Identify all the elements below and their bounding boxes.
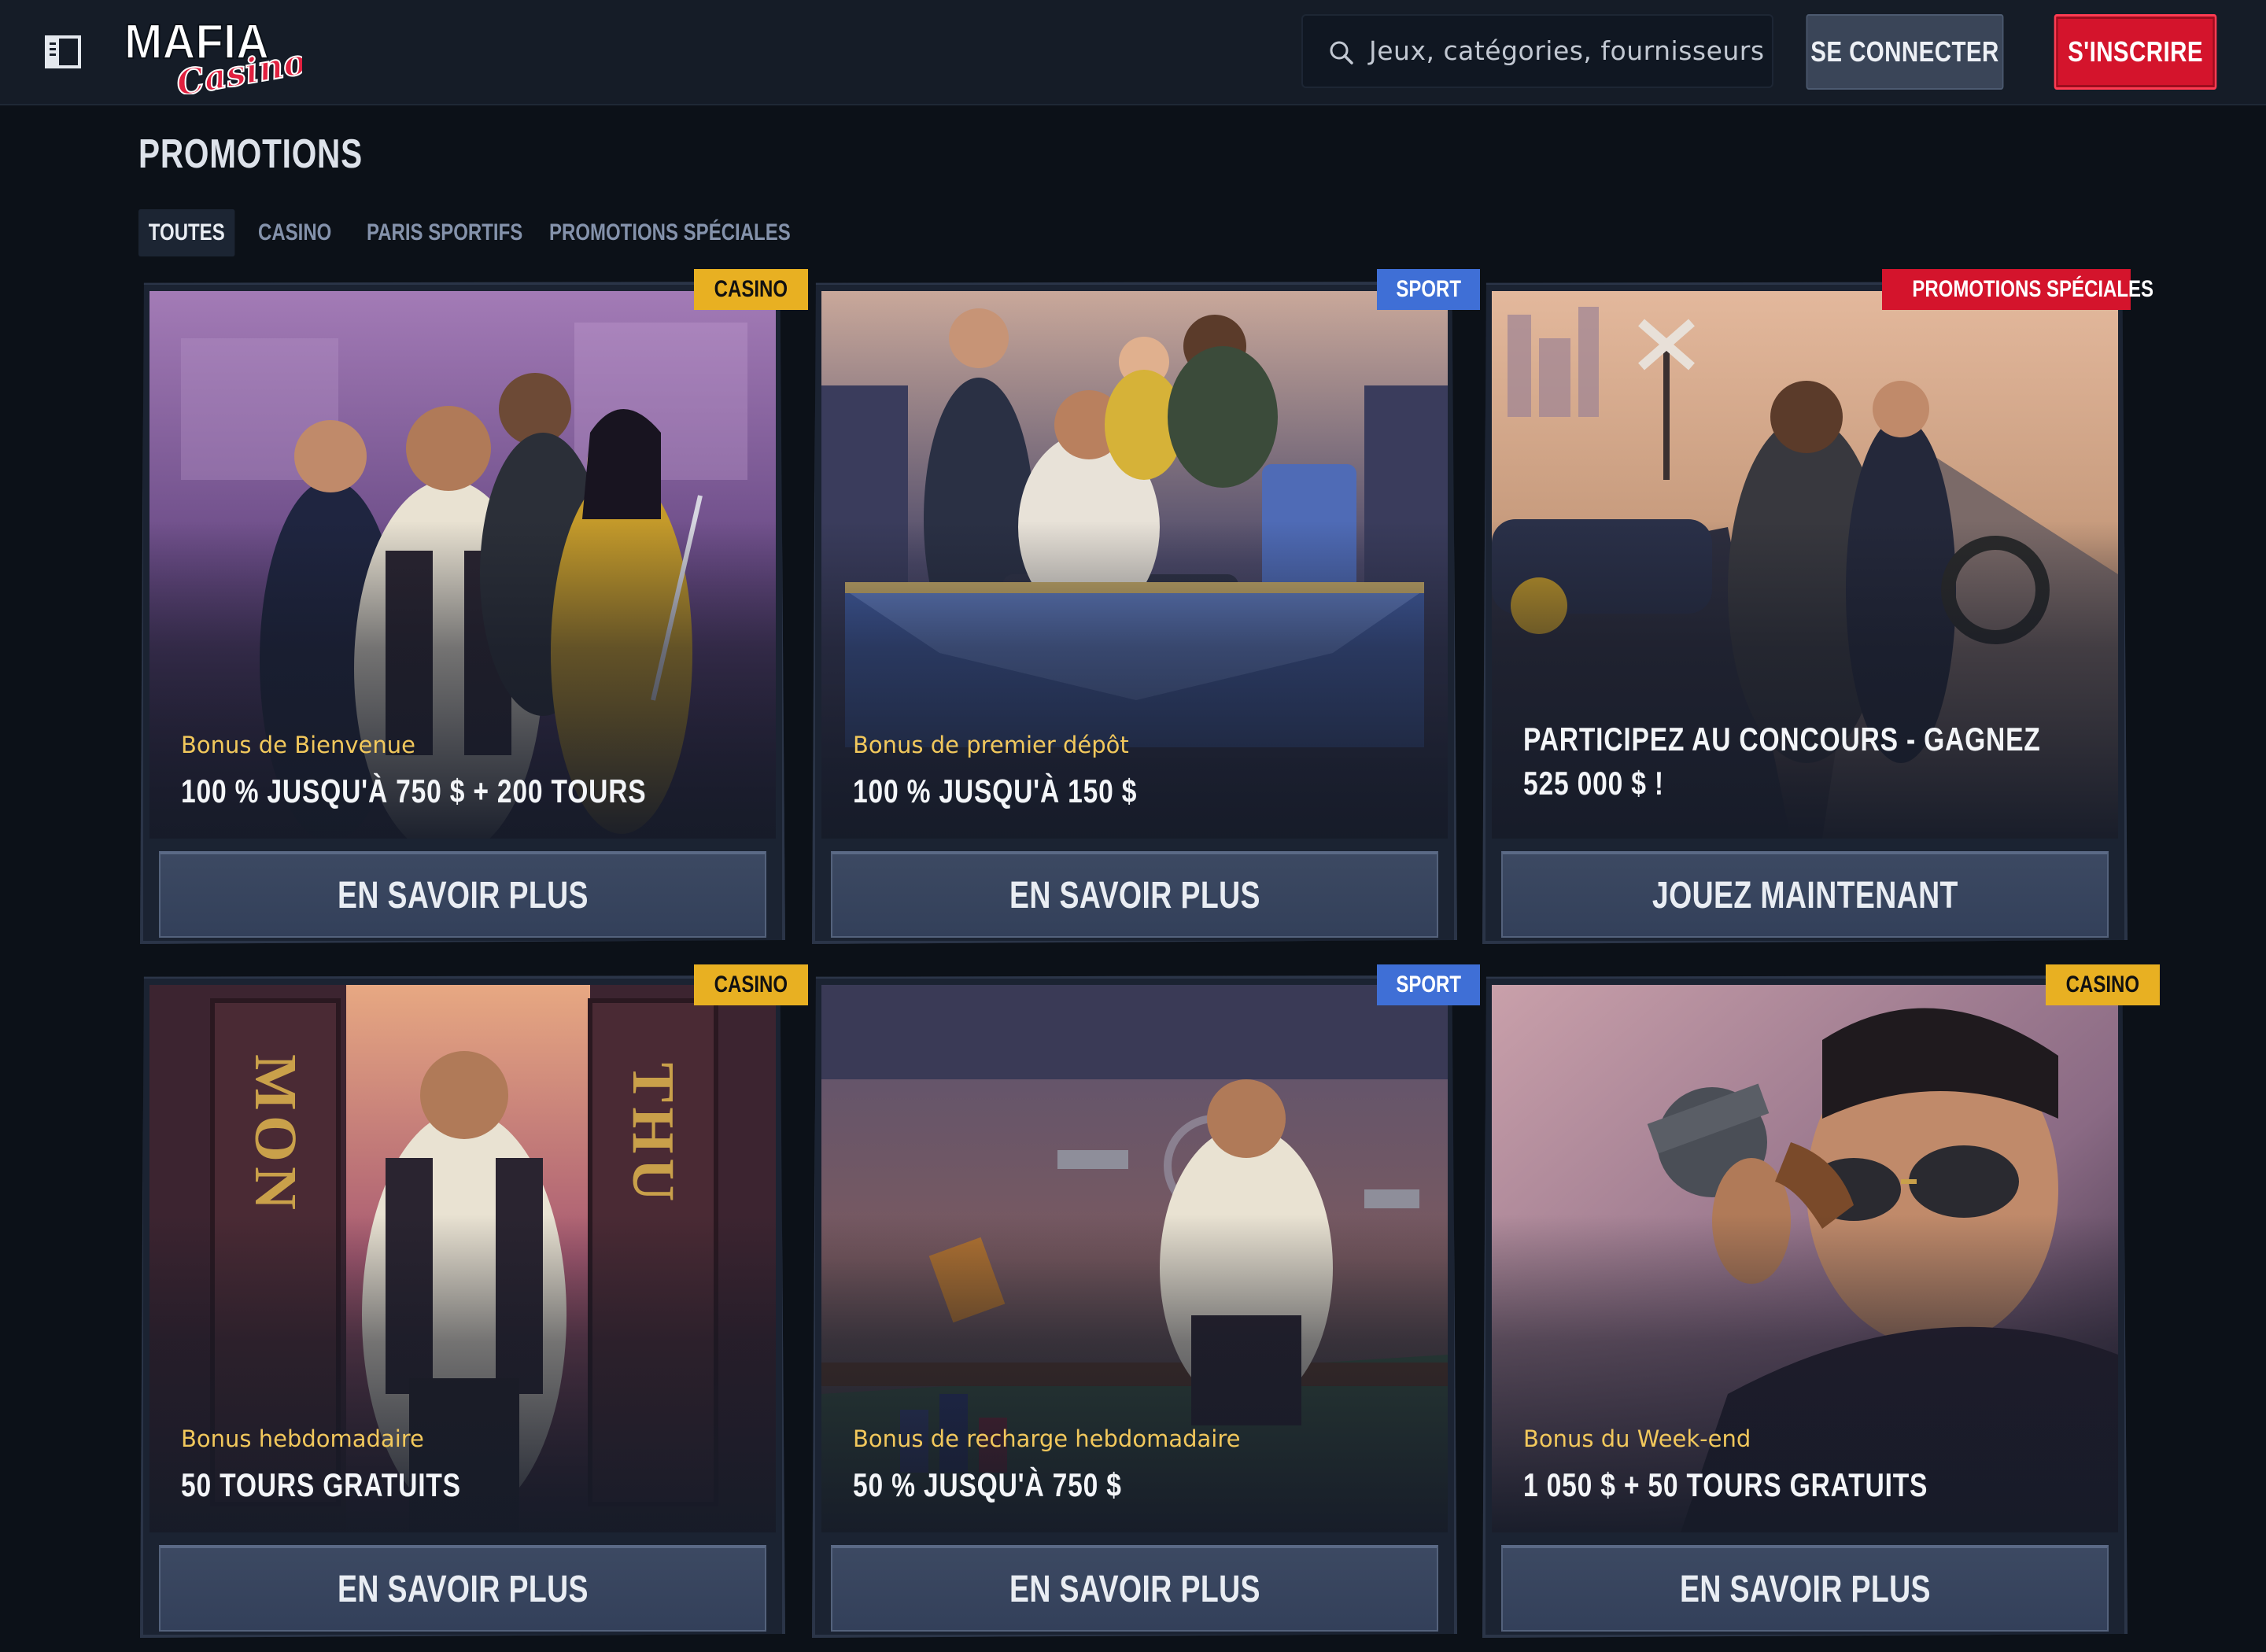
promo-card-weekend[interactable]: Bonus du Week-end 1 050 $ + 50 TOURS GRA…: [1482, 975, 2128, 1638]
promo-headline: 50 % JUSQU'À 750 $: [853, 1466, 1122, 1503]
category-badge-casino: CASINO: [694, 269, 808, 310]
promo-headline: PARTICIPEZ AU CONCOURS - GAGNEZ 525 000 …: [1523, 721, 2041, 802]
sidebar-toggle-icon[interactable]: [44, 33, 82, 71]
tab-casino[interactable]: CASINO: [258, 209, 331, 256]
tab-promotions-speciales[interactable]: PROMOTIONS SPÉCIALES: [549, 209, 791, 256]
cta-label: EN SAVOIR PLUS: [1679, 1568, 1931, 1610]
mafia-casino-logo[interactable]: MAFIA Casino: [120, 13, 310, 105]
promo-card-welcome[interactable]: Bonus de Bienvenue 100 % JUSQU'À 750 $ +…: [140, 282, 785, 944]
cta-label: EN SAVOIR PLUS: [337, 1568, 589, 1610]
login-button[interactable]: SE CONNECTER: [1806, 14, 2004, 90]
register-button[interactable]: S'INSCRIRE: [2054, 14, 2217, 90]
cta-label: EN SAVOIR PLUS: [337, 874, 589, 916]
promo-card-weekly-reload[interactable]: Bonus de recharge hebdomadaire 50 % JUSQ…: [812, 975, 1457, 1638]
promo-headline: 100 % JUSQU'À 750 $ + 200 TOURS: [181, 773, 647, 809]
promo-card-weekly[interactable]: MON THU Bonus hebdomadaire 50 TOURS GRAT…: [140, 975, 785, 1638]
tab-paris-sportifs[interactable]: PARIS SPORTIFS: [367, 209, 522, 256]
promo-subtitle: Bonus hebdomadaire: [181, 1425, 424, 1452]
promo-card-contest[interactable]: PARTICIPEZ AU CONCOURS - GAGNEZ 525 000 …: [1482, 282, 2128, 944]
promo-subtitle: Bonus de Bienvenue: [181, 732, 415, 758]
learn-more-button[interactable]: EN SAVOIR PLUS: [159, 1545, 766, 1632]
search-placeholder: Jeux, catégories, fournisseurs: [1369, 35, 1765, 66]
category-badge-casino: CASINO: [2046, 964, 2160, 1005]
learn-more-button[interactable]: EN SAVOIR PLUS: [159, 851, 766, 938]
category-badge-special: PROMOTIONS SPÉCIALES: [1882, 269, 2153, 310]
promo-subtitle: Bonus du Week-end: [1523, 1425, 1751, 1452]
learn-more-button[interactable]: EN SAVOIR PLUS: [1501, 1545, 2109, 1632]
cta-label: EN SAVOIR PLUS: [1009, 874, 1260, 916]
search-box[interactable]: Jeux, catégories, fournisseurs: [1301, 14, 1773, 88]
promo-subtitle: Bonus de recharge hebdomadaire: [853, 1425, 1241, 1452]
learn-more-button[interactable]: EN SAVOIR PLUS: [831, 851, 1438, 938]
search-icon: [1330, 41, 1353, 65]
top-bar: MAFIA Casino Jeux, catégories, fournisse…: [0, 0, 2266, 105]
category-badge-casino: CASINO: [694, 964, 808, 1005]
promo-headline: 50 TOURS GRATUITS: [181, 1466, 461, 1503]
category-badge-sport: SPORT: [1377, 964, 1481, 1005]
page-title: PROMOTIONS: [138, 131, 363, 177]
promo-card-first-deposit[interactable]: Bonus de premier dépôt 100 % JUSQU'À 150…: [812, 282, 1457, 944]
promo-headline: 1 050 $ + 50 TOURS GRATUITS: [1523, 1466, 1928, 1503]
promo-headline: 100 % JUSQU'À 150 $: [853, 773, 1138, 809]
cta-label: EN SAVOIR PLUS: [1009, 1568, 1260, 1610]
svg-text:MON: MON: [242, 1054, 308, 1215]
category-badge-sport: SPORT: [1377, 269, 1481, 310]
learn-more-button[interactable]: EN SAVOIR PLUS: [831, 1545, 1438, 1632]
svg-text:THU: THU: [620, 1063, 686, 1207]
tab-toutes[interactable]: TOUTES: [138, 209, 235, 256]
cta-label: JOUEZ MAINTENANT: [1652, 874, 1958, 916]
promo-subtitle: Bonus de premier dépôt: [853, 732, 1129, 758]
play-now-button[interactable]: JOUEZ MAINTENANT: [1501, 851, 2109, 938]
